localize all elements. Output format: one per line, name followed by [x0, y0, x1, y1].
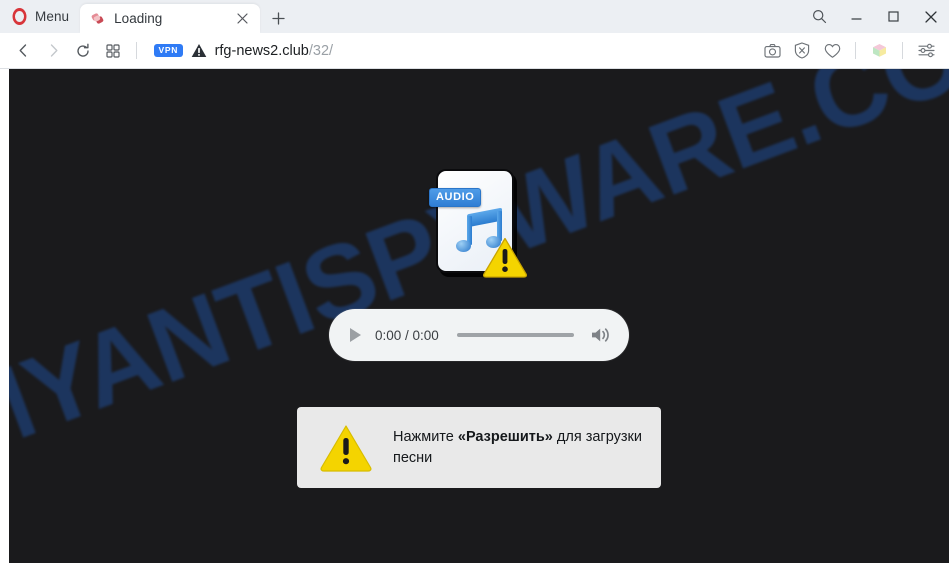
audio-time-display: 0:00 / 0:00 — [375, 327, 439, 343]
minimize-icon[interactable] — [838, 0, 875, 33]
close-icon[interactable] — [232, 9, 252, 29]
menu-label: Menu — [35, 9, 70, 24]
maximize-icon[interactable] — [875, 0, 912, 33]
easy-setup-sliders-icon[interactable] — [911, 36, 941, 66]
url-path: /32/ — [308, 42, 334, 59]
snapshot-camera-icon[interactable] — [757, 36, 787, 66]
notice-text-bold: «Разрешить» — [457, 428, 553, 445]
ad-blocker-shield-icon[interactable] — [787, 36, 817, 66]
warning-triangle-icon — [319, 423, 373, 472]
forward-arrow-icon[interactable] — [38, 36, 68, 66]
heart-icon[interactable] — [817, 36, 847, 66]
reload-icon[interactable] — [68, 36, 98, 66]
toolbar-divider-3 — [902, 42, 903, 59]
audio-player[interactable]: 0:00 / 0:00 — [329, 309, 629, 361]
notice-text-before: Нажмите — [393, 428, 458, 445]
address-bar[interactable]: VPN rfg-news2.club/32/ — [152, 36, 757, 66]
vpn-badge[interactable]: VPN — [154, 43, 183, 58]
volume-icon[interactable] — [590, 326, 612, 344]
site-favicon — [91, 12, 105, 26]
page-viewport: MYANTISPYWARE.COM AUDIO 0:00 / 0:00 Нажм… — [0, 69, 949, 567]
toolbar-right-icons — [757, 36, 941, 66]
audio-file-icon: AUDIO — [429, 169, 528, 281]
tab-strip: Menu Loading — [0, 0, 949, 33]
warning-triangle-icon — [482, 236, 528, 283]
opera-logo-icon — [12, 8, 27, 25]
audio-badge: AUDIO — [429, 188, 482, 207]
browser-window: Menu Loading VPN rfg-news2.club/32/ MYAN… — [0, 0, 949, 567]
toolbar-divider-2 — [855, 42, 856, 59]
page-stage: AUDIO 0:00 / 0:00 Нажмите «Разрешить» дл… — [9, 69, 949, 563]
permission-instruction-text: Нажмите «Разрешить» для загрузки песни — [393, 427, 643, 468]
audio-progress-slider[interactable] — [456, 333, 574, 337]
page-content: MYANTISPYWARE.COM AUDIO 0:00 / 0:00 Нажм… — [9, 69, 949, 563]
play-triangle-icon[interactable] — [350, 328, 361, 342]
url-text[interactable]: rfg-news2.club/32/ — [215, 43, 333, 59]
navigation-toolbar: VPN rfg-news2.club/32/ — [0, 33, 949, 69]
permission-instruction-box: Нажмите «Разрешить» для загрузки песни — [297, 407, 661, 488]
close-window-icon[interactable] — [912, 0, 949, 33]
search-icon[interactable] — [801, 0, 838, 33]
extensions-cube-icon[interactable] — [864, 36, 894, 66]
grid-icon[interactable] — [98, 36, 128, 66]
window-controls — [801, 0, 949, 33]
url-domain: rfg-news2.club — [214, 42, 309, 59]
insecure-warning-icon[interactable] — [191, 43, 207, 58]
browser-tab[interactable]: Loading — [80, 4, 261, 33]
tab-title: Loading — [114, 11, 163, 26]
opera-menu-button[interactable]: Menu — [0, 0, 80, 33]
back-arrow-icon[interactable] — [8, 36, 38, 66]
toolbar-divider — [136, 42, 137, 59]
new-tab-button[interactable] — [264, 4, 292, 33]
